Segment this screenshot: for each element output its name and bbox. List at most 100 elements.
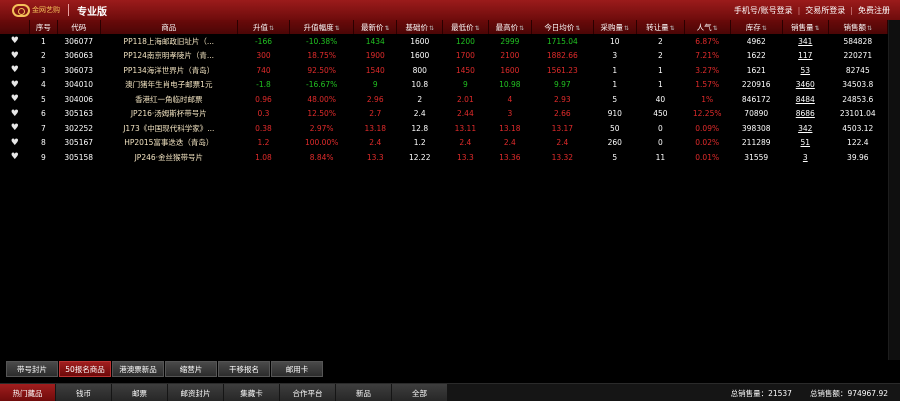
table-cell: 13.3 xyxy=(457,152,474,162)
column-header[interactable]: 库存⇅ xyxy=(730,20,783,34)
table-row[interactable]: ♥ 4 304010 澳门猪年生肖电子邮票1元 -1.8 -16.67% 9 10.8 9 10.… xyxy=(0,78,888,93)
column-header-label: 序号 xyxy=(35,22,51,32)
sort-icon[interactable]: ⇅ xyxy=(762,25,767,32)
favorite-heart-icon[interactable]: ♥ xyxy=(0,49,30,64)
column-header[interactable]: 代码 xyxy=(57,20,101,34)
sort-icon[interactable]: ⇅ xyxy=(429,25,434,32)
sort-icon[interactable]: ⇅ xyxy=(385,25,390,32)
table-row[interactable]: ♥ 5 304006 香港红一角临时邮票 0.96 48.00% 2.96 2 2.01 4 2.9… xyxy=(0,92,888,107)
table-cell: 2.7 xyxy=(369,109,382,119)
column-header[interactable]: 人气⇅ xyxy=(684,20,731,34)
table-cell: 13.18 xyxy=(499,123,521,133)
column-header[interactable]: 升值⇅ xyxy=(237,20,291,34)
vertical-scrollbar[interactable] xyxy=(888,20,900,360)
table-cell: 12.8 xyxy=(411,123,429,133)
table-cell: 9 xyxy=(462,80,468,90)
column-header[interactable]: 基础价⇅ xyxy=(396,20,444,34)
column-header[interactable]: 升值幅度⇅ xyxy=(289,20,355,34)
table-cell: 2.96 xyxy=(366,94,384,104)
table-cell: 3.27% xyxy=(695,65,720,75)
table-cell: 1 xyxy=(40,36,46,46)
table-cell: -10.38% xyxy=(306,36,338,46)
subtab[interactable]: 带号封片 xyxy=(6,361,58,377)
table-cell: 306073 xyxy=(64,65,94,75)
table-cell: 9.97 xyxy=(553,80,571,90)
logo[interactable]: 金网艺购 xyxy=(12,0,60,20)
main-tab[interactable]: 新品 xyxy=(336,384,391,401)
table-cell[interactable]: 8484 xyxy=(782,92,828,107)
main-tab[interactable]: 集藏卡 xyxy=(224,384,279,401)
column-header-label: 库存 xyxy=(745,22,761,32)
table-row[interactable]: ♥ 2 306063 PP124南京明孝陵片（青... 300 18.75% 1900 160… xyxy=(0,49,888,64)
main-tab[interactable]: 邮票 xyxy=(112,384,167,401)
sort-icon[interactable]: ⇅ xyxy=(670,25,675,32)
phone-login-link[interactable]: 手机号/账号登录 xyxy=(734,5,793,16)
sort-icon[interactable]: ⇅ xyxy=(335,25,340,32)
main-tab[interactable]: 合作平台 xyxy=(280,384,335,401)
table-cell: 2.93 xyxy=(553,94,571,104)
favorite-heart-icon[interactable]: ♥ xyxy=(0,92,30,107)
column-header[interactable]: 最低价⇅ xyxy=(442,20,489,34)
main-tab[interactable]: 全部 xyxy=(392,384,447,401)
favorite-heart-icon[interactable]: ♥ xyxy=(0,121,30,136)
table-cell: 1 xyxy=(658,65,663,75)
sort-icon[interactable]: ⇅ xyxy=(624,25,629,32)
column-header[interactable]: 今日均价⇅ xyxy=(531,20,594,34)
table-row[interactable]: ♥ 9 305158 JP246·金丝猴带号片 1.08 8.84% 13.3 12.22 13… xyxy=(0,150,888,165)
table-cell: 305167 xyxy=(64,138,94,148)
exchange-login-link[interactable]: 交易所登录 xyxy=(805,5,845,16)
main-tab[interactable]: 邮资封片 xyxy=(168,384,223,401)
table-row[interactable]: ♥ 6 305163 JP216·汤姆斯杯带号片 0.3 12.50% 2.7 2.4 2.44… xyxy=(0,107,888,122)
table-cell[interactable]: 3 xyxy=(782,150,828,165)
table-cell: 10.98 xyxy=(499,80,521,90)
column-header[interactable]: 序号 xyxy=(29,20,58,34)
column-header[interactable]: 采购量⇅ xyxy=(593,20,637,34)
sort-icon[interactable]: ⇅ xyxy=(575,25,580,32)
table-row[interactable]: ♥ 3 306073 PP134海洋世界片（青岛） 740 92.50% 1540 800 14… xyxy=(0,63,888,78)
table-row[interactable]: ♥ 8 305167 HP2015富事迭迭（青岛） 1.2 100.00% 2.4 1.2 2.… xyxy=(0,136,888,151)
column-header[interactable]: 销售额⇅ xyxy=(828,20,889,34)
column-header[interactable]: 商品 xyxy=(100,20,238,34)
column-header[interactable]: 最新价⇅ xyxy=(353,20,398,34)
table-row[interactable]: ♥ 1 306077 PP118上海邮政旧址片（... -166 -10.38% 1434 1… xyxy=(0,34,888,49)
sort-icon[interactable]: ⇅ xyxy=(867,25,872,32)
sort-icon[interactable]: ⇅ xyxy=(475,25,480,32)
table-cell: -16.67% xyxy=(306,80,338,90)
main-tab[interactable]: 钱币 xyxy=(56,384,111,401)
total-volume-label: 总销售量： xyxy=(730,388,769,398)
sort-icon[interactable]: ⇅ xyxy=(269,25,274,32)
favorite-heart-icon[interactable]: ♥ xyxy=(0,136,30,151)
column-header[interactable]: 销售量⇅ xyxy=(782,20,829,34)
table-cell[interactable]: 8686 xyxy=(782,107,828,122)
table-cell[interactable]: 51 xyxy=(782,136,828,151)
favorite-heart-icon[interactable]: ♥ xyxy=(0,63,30,78)
subtab[interactable]: 邮用卡 xyxy=(271,361,323,377)
table-cell[interactable]: 117 xyxy=(782,49,828,64)
favorite-heart-icon[interactable]: ♥ xyxy=(0,107,30,122)
table-cell: 12.50% xyxy=(307,109,336,119)
category-subtabs: 带号封片 50报名商品 港澳票新品 缩营片 干移报名 邮用卡 xyxy=(6,361,324,377)
table-row[interactable]: ♥ 7 302252 J173《中国现代科学家》... 0.38 2.97% 13.18 12… xyxy=(0,121,888,136)
table-cell: 846172 xyxy=(741,94,771,104)
subtab[interactable]: 50报名商品 xyxy=(59,361,111,377)
favorite-heart-icon[interactable]: ♥ xyxy=(0,34,30,49)
table-cell[interactable]: 342 xyxy=(782,121,828,136)
subtab[interactable]: 缩营片 xyxy=(165,361,217,377)
main-tab[interactable]: 热门藏品 xyxy=(0,384,55,401)
column-header[interactable]: 转让量⇅ xyxy=(636,20,685,34)
table-cell[interactable]: 53 xyxy=(782,63,828,78)
table-cell[interactable]: 341 xyxy=(782,34,828,49)
sort-icon[interactable]: ⇅ xyxy=(713,25,718,32)
table-cell: 1 xyxy=(612,65,618,75)
subtab[interactable]: 干移报名 xyxy=(218,361,270,377)
sort-icon[interactable]: ⇅ xyxy=(519,25,524,32)
table-cell: 0.96 xyxy=(255,94,272,104)
table-cell: 82745 xyxy=(845,65,870,75)
table-cell[interactable]: 3460 xyxy=(782,78,828,93)
favorite-heart-icon[interactable]: ♥ xyxy=(0,150,30,165)
sort-icon[interactable]: ⇅ xyxy=(815,25,820,32)
favorite-heart-icon[interactable]: ♥ xyxy=(0,78,30,93)
column-header[interactable]: 最高价⇅ xyxy=(488,20,533,34)
register-link[interactable]: 免费注册 xyxy=(858,5,890,16)
subtab[interactable]: 港澳票新品 xyxy=(112,361,164,377)
